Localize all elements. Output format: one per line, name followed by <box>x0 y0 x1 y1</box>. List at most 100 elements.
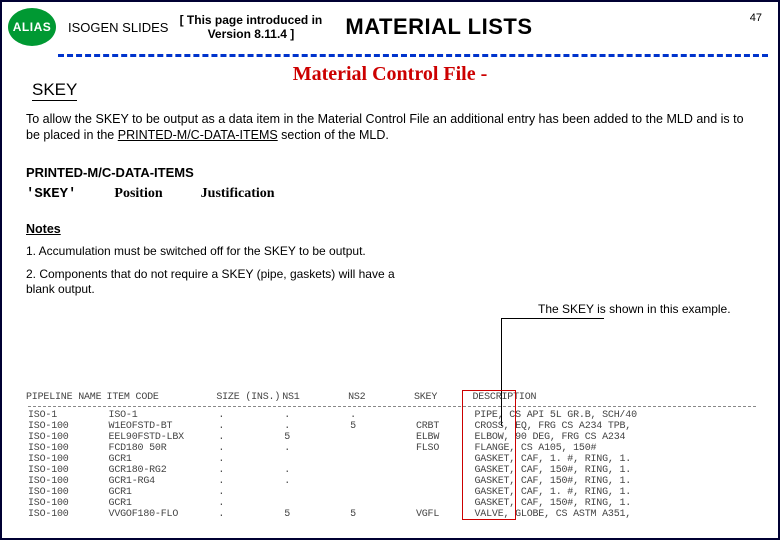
intro-underlined: PRINTED-M/C-DATA-ITEMS <box>118 128 278 142</box>
page-title: MATERIAL LISTS <box>345 14 532 40</box>
intro-paragraph: To allow the SKEY to be output as a data… <box>26 112 756 143</box>
slide-number: 47 <box>750 12 762 24</box>
th-skey: SKEY <box>414 392 473 405</box>
table-cell: VVGOF180-FLO <box>107 509 217 520</box>
table-cell: . <box>216 410 282 421</box>
table-cell: 5 <box>348 509 414 520</box>
table-cell: . <box>216 509 282 520</box>
table-cell: GASKET, CAF, 150#, RING, 1. <box>472 498 758 509</box>
table-row: ISO-100FCD180 50R..FLSOFLANGE, CS A105, … <box>26 443 758 454</box>
table-row: ISO-1ISO-1...PIPE, CS API 5L GR.B, SCH/4… <box>26 410 758 421</box>
table-cell: FCD180 50R <box>107 443 217 454</box>
table-cell: 5 <box>348 421 414 432</box>
version-note-line1: [ This page introduced in <box>178 13 323 27</box>
table-cell: . <box>216 421 282 432</box>
table-cell: ELBOW, 90 DEG, FRG CS A234 <box>472 432 758 443</box>
param-row: 'SKEY' Position Justification <box>26 186 756 202</box>
table-cell: ISO-100 <box>26 421 107 432</box>
table-cell: GCR1-RG4 <box>107 476 217 487</box>
table-cell: 5 <box>282 432 348 443</box>
table-cell <box>414 498 473 509</box>
table-cell: GASKET, CAF, 150#, RING, 1. <box>472 465 758 476</box>
table-cell: 5 <box>282 509 348 520</box>
note-2: 2. Components that do not require a SKEY… <box>26 267 426 297</box>
table-cell <box>282 454 348 465</box>
table-cell: GCR1 <box>107 487 217 498</box>
table-row: ISO-100GCR1. GASKET, CAF, 1. #, RING, 1. <box>26 487 758 498</box>
brand-label: ISOGEN SLIDES <box>68 20 168 35</box>
callout-connector <box>502 318 604 319</box>
slide-header: ALIAS ISOGEN SLIDES [ This page introduc… <box>2 2 778 52</box>
header-divider <box>58 54 768 57</box>
table-header-row: PIPELINE NAME ITEM CODE SIZE (INS.) NS1 … <box>26 392 758 405</box>
table-cell: VALVE, GLOBE, CS ASTM A351, <box>472 509 758 520</box>
table-cell: . <box>216 476 282 487</box>
table-cell: ISO-100 <box>26 487 107 498</box>
table-cell: . <box>216 454 282 465</box>
param-skey: 'SKEY' <box>26 186 76 202</box>
table-cell: . <box>216 487 282 498</box>
table-cell: CROSS, EQ, FRG CS A234 TPB, <box>472 421 758 432</box>
table-cell: GCR1 <box>107 498 217 509</box>
table-row: ISO-100GCR180-RG2..GASKET, CAF, 150#, RI… <box>26 465 758 476</box>
table-cell: ISO-100 <box>26 432 107 443</box>
table-cell <box>348 454 414 465</box>
note-1: 1. Accumulation must be switched off for… <box>26 244 426 259</box>
table-cell <box>348 498 414 509</box>
table-cell: . <box>282 465 348 476</box>
table-cell <box>414 476 473 487</box>
table-cell: . <box>348 410 414 421</box>
th-desc: DESCRIPTION <box>472 392 758 405</box>
table-cell: GASKET, CAF, 150#, RING, 1. <box>472 476 758 487</box>
table-cell <box>282 498 348 509</box>
table-cell: . <box>282 443 348 454</box>
param-justification: Justification <box>201 186 275 202</box>
table-cell <box>414 454 473 465</box>
table-cell: GCR1 <box>107 454 217 465</box>
th-ns1: NS1 <box>282 392 348 405</box>
table-cell <box>282 487 348 498</box>
th-pipeline: PIPELINE NAME <box>26 392 107 405</box>
table-cell: ISO-100 <box>26 476 107 487</box>
th-ns2: NS2 <box>348 392 414 405</box>
table-row: ISO-100GCR1. GASKET, CAF, 1. #, RING, 1. <box>26 454 758 465</box>
version-note: [ This page introduced in Version 8.11.4… <box>178 13 323 42</box>
table-cell: . <box>282 421 348 432</box>
table-cell: ELBW <box>414 432 473 443</box>
notes-heading: Notes <box>26 222 756 236</box>
table-cell <box>414 487 473 498</box>
section-heading: PRINTED-M/C-DATA-ITEMS <box>26 165 756 180</box>
th-item: ITEM CODE <box>107 392 217 405</box>
table-cell: ISO-100 <box>26 509 107 520</box>
table-cell: . <box>216 465 282 476</box>
th-size: SIZE (INS.) <box>216 392 282 405</box>
table-cell: VGFL <box>414 509 473 520</box>
table-row: ISO-100GCR1. GASKET, CAF, 150#, RING, 1. <box>26 498 758 509</box>
table-cell: ISO-100 <box>26 498 107 509</box>
table-cell: EEL90FSTD-LBX <box>107 432 217 443</box>
table-cell: FLANGE, CS A105, 150# <box>472 443 758 454</box>
table-cell <box>414 410 473 421</box>
param-position: Position <box>114 186 162 202</box>
table-cell: . <box>216 498 282 509</box>
table-row: ISO-100VVGOF180-FLO.55VGFLVALVE, GLOBE, … <box>26 509 758 520</box>
slide: ALIAS ISOGEN SLIDES [ This page introduc… <box>0 0 780 540</box>
table-cell: ISO-100 <box>26 454 107 465</box>
table-cell: GCR180-RG2 <box>107 465 217 476</box>
notes-block: 1. Accumulation must be switched off for… <box>26 244 426 297</box>
table-cell: CRBT <box>414 421 473 432</box>
table-cell <box>414 465 473 476</box>
alias-badge: ALIAS <box>8 8 56 46</box>
table-cell: ISO-100 <box>26 443 107 454</box>
table-cell: FLSO <box>414 443 473 454</box>
table-row: ISO-100EEL90FSTD-LBX.5 ELBWELBOW, 90 DEG,… <box>26 432 758 443</box>
skey-heading: SKEY <box>32 80 77 101</box>
intro-suffix: section of the MLD. <box>278 128 389 142</box>
table-cell: GASKET, CAF, 1. #, RING, 1. <box>472 487 758 498</box>
table-cell: ISO-1 <box>107 410 217 421</box>
table-cell: GASKET, CAF, 1. #, RING, 1. <box>472 454 758 465</box>
table-cell <box>348 487 414 498</box>
table-cell <box>348 443 414 454</box>
table-cell: . <box>282 476 348 487</box>
table-cell: . <box>216 432 282 443</box>
